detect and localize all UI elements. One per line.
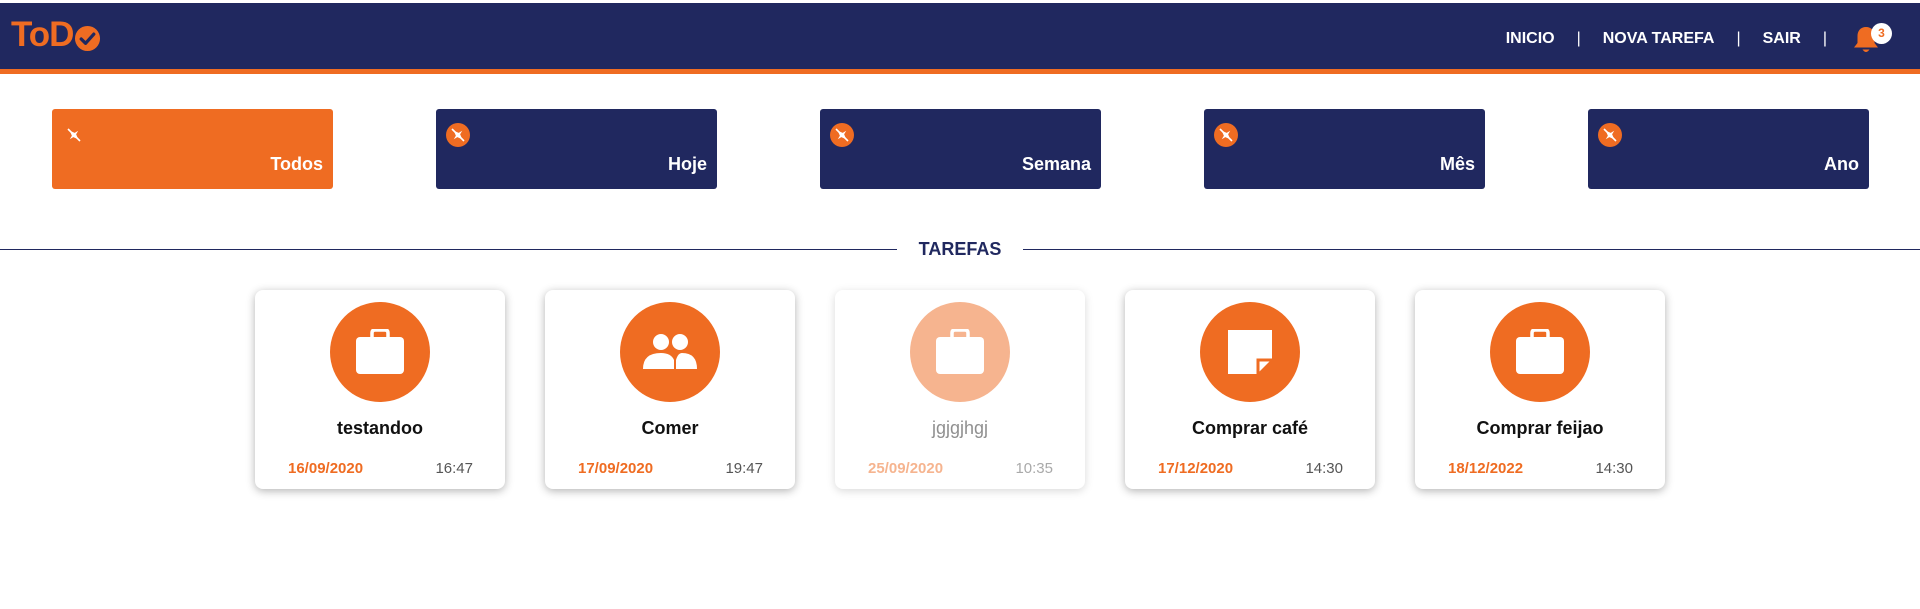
- plane-off-icon: [62, 123, 86, 147]
- plane-off-icon: [1598, 123, 1622, 147]
- filter-label: Mês: [1439, 154, 1475, 174]
- filter-label: Todos: [270, 154, 323, 174]
- main-nav: INICIO | NOVA TAREFA | SAIR | 3: [1506, 3, 1920, 74]
- nav-sair[interactable]: SAIR: [1763, 30, 1801, 48]
- task-time: 14:30: [1595, 460, 1633, 477]
- task-icon-circle: [1200, 302, 1300, 402]
- task-date: 16/09/2020: [288, 460, 364, 477]
- task-title: Comer: [641, 418, 699, 438]
- task-time: 14:30: [1305, 460, 1343, 477]
- app-logo[interactable]: ToD: [11, 15, 101, 55]
- task-card[interactable]: Comer 17/09/2020 19:47: [545, 290, 795, 489]
- notification-badge: 3: [1871, 22, 1892, 44]
- filter-semana[interactable]: Semana: [820, 109, 1101, 189]
- nav-nova-tarefa[interactable]: NOVA TAREFA: [1603, 30, 1715, 48]
- section-header: TAREFAS: [0, 238, 1920, 260]
- task-date: 18/12/2022: [1448, 460, 1524, 477]
- plane-off-icon: [446, 123, 470, 147]
- task-time: 19:47: [725, 460, 763, 477]
- task-title: Comprar feijao: [1476, 418, 1604, 438]
- nav-separator: |: [1736, 29, 1741, 47]
- task-card[interactable]: Comprar feijao 18/12/2022 14:30: [1415, 290, 1665, 489]
- briefcase-icon: [356, 329, 404, 374]
- task-title: Comprar café: [1191, 418, 1309, 438]
- filter-label: Ano: [1824, 154, 1859, 174]
- filter-label: Semana: [1021, 154, 1091, 174]
- filter-hoje[interactable]: Hoje: [436, 109, 717, 189]
- section-title: TAREFAS: [918, 239, 1002, 259]
- plane-off-icon: [1214, 123, 1238, 147]
- divider-line: [1023, 249, 1920, 250]
- nav-separator: |: [1822, 29, 1827, 47]
- task-title: jgjgjhgj: [931, 418, 989, 438]
- nav-inicio[interactable]: INICIO: [1506, 30, 1555, 48]
- task-icon-circle: [910, 302, 1010, 402]
- filter-label: Hoje: [667, 154, 707, 174]
- divider-line: [0, 249, 897, 250]
- task-card[interactable]: testandoo 16/09/2020 16:47: [255, 290, 505, 489]
- task-card[interactable]: Comprar café 17/12/2020 14:30: [1125, 290, 1375, 489]
- task-card[interactable]: jgjgjhgj 25/09/2020 10:35: [835, 290, 1085, 489]
- task-date: 25/09/2020: [868, 460, 944, 477]
- task-time: 16:47: [435, 460, 473, 477]
- filter-mes[interactable]: Mês: [1204, 109, 1485, 189]
- people-icon: [643, 334, 697, 369]
- top-navbar: ToD INICIO | NOVA TAREFA | SAIR | 3: [0, 3, 1920, 74]
- plane-off-icon: [830, 123, 854, 147]
- task-date: 17/09/2020: [578, 460, 654, 477]
- notifications-button[interactable]: 3: [1852, 21, 1892, 57]
- filter-todos[interactable]: Todos: [52, 109, 333, 189]
- task-title: testandoo: [336, 418, 423, 438]
- briefcase-icon: [936, 329, 984, 374]
- check-circle-icon: [75, 25, 101, 51]
- task-icon-circle: [620, 302, 720, 402]
- sticky-note-icon: [1228, 330, 1272, 374]
- briefcase-icon: [1516, 329, 1564, 374]
- nav-separator: |: [1576, 29, 1581, 47]
- task-date: 17/12/2020: [1158, 460, 1234, 477]
- task-icon-circle: [330, 302, 430, 402]
- task-time: 10:35: [1015, 460, 1053, 477]
- logo-text: ToD: [11, 15, 74, 54]
- filter-ano[interactable]: Ano: [1588, 109, 1869, 189]
- task-icon-circle: [1490, 302, 1590, 402]
